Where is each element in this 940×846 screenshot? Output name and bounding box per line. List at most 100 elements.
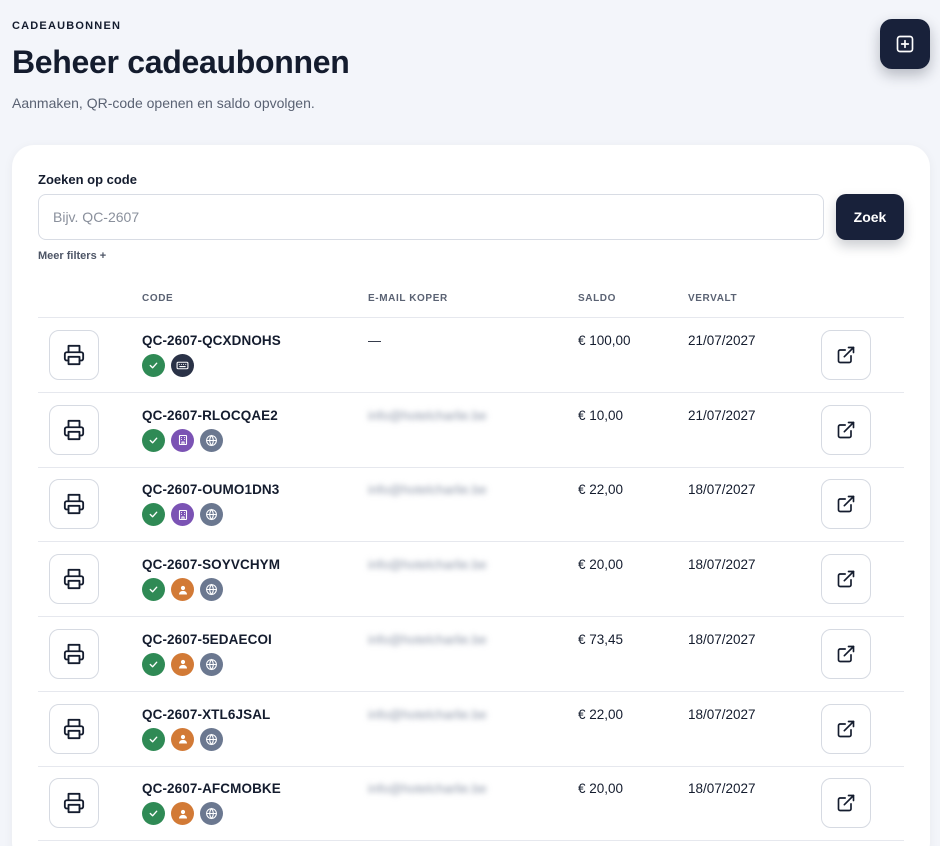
voucher-badges <box>142 578 223 602</box>
table-row: QC-2607-AFCMOBKE info@hotelcharlie.be € 20… <box>38 766 904 842</box>
voucher-expiry: 18/07/2027 <box>688 482 756 498</box>
external-link-icon <box>837 794 855 812</box>
open-voucher-button[interactable] <box>821 628 871 679</box>
status-badge <box>142 503 165 527</box>
globe-icon <box>205 583 218 596</box>
check-icon <box>148 584 159 595</box>
voucher-badges <box>142 727 223 751</box>
voucher-expiry: 18/07/2027 <box>688 781 756 797</box>
buyer-type-badge <box>171 802 194 826</box>
voucher-badges <box>142 652 223 676</box>
buyer-email: info@hotelcharlie.be <box>368 706 487 722</box>
page-subtitle: Aanmaken, QR-code openen en saldo opvolg… <box>12 95 315 111</box>
printer-icon <box>63 494 85 515</box>
check-icon <box>148 808 159 819</box>
voucher-code: QC-2607-XTL6JSAL <box>142 706 271 722</box>
print-button[interactable] <box>49 778 99 829</box>
channel-badge <box>200 652 223 676</box>
open-voucher-button[interactable] <box>821 479 871 530</box>
channel-badge <box>200 727 223 751</box>
search-button[interactable]: Zoek <box>836 194 904 240</box>
table-row: QC-2607-RLOCQAE2 info@hotelcharlie.be € 10… <box>38 393 904 468</box>
voucher-saldo: € 20,00 <box>578 557 624 573</box>
check-icon <box>148 435 159 446</box>
buyer-email: info@hotelcharlie.be <box>368 482 487 498</box>
open-voucher-button[interactable] <box>821 330 871 380</box>
more-filters-link[interactable]: Meer filters + <box>38 250 106 262</box>
print-button[interactable] <box>49 703 99 754</box>
voucher-badges <box>142 354 194 377</box>
channel-badge <box>200 802 223 826</box>
voucher-expiry: 21/07/2027 <box>688 333 756 348</box>
voucher-saldo: € 22,00 <box>578 706 624 722</box>
search-input[interactable] <box>38 194 824 240</box>
status-badge <box>142 727 165 751</box>
search-label: Zoeken op code <box>38 172 137 187</box>
open-voucher-button[interactable] <box>821 703 871 754</box>
table-row: QC-2607-5EDAECOI info@hotelcharlie.be € 73… <box>38 617 904 692</box>
column-header-saldo: SALDO <box>578 293 616 304</box>
print-button[interactable] <box>49 554 99 605</box>
user-icon <box>177 658 189 670</box>
check-icon <box>148 509 159 520</box>
check-icon <box>148 360 159 371</box>
channel-badge <box>200 428 223 452</box>
voucher-code: QC-2607-QCXDNOHS <box>142 333 281 348</box>
buyer-email: info@hotelcharlie.be <box>368 407 487 423</box>
external-link-icon <box>837 421 855 439</box>
buyer-email: info@hotelcharlie.be <box>368 781 487 797</box>
globe-icon <box>205 434 218 447</box>
table-row: QC-2607-SOYVCHYM info@hotelcharlie.be € 20… <box>38 542 904 618</box>
print-button[interactable] <box>49 479 99 530</box>
open-voucher-button[interactable] <box>821 404 871 455</box>
printer-icon <box>63 344 85 366</box>
user-icon <box>177 808 189 820</box>
buyer-type-badge <box>171 652 194 676</box>
voucher-expiry: 21/07/2027 <box>688 407 756 423</box>
table-row: QC-2607-OUMO1DN3 info@hotelcharlie.be € 22… <box>38 467 904 543</box>
buyer-type-badge <box>171 503 194 527</box>
voucher-badges <box>142 503 223 527</box>
voucher-saldo: € 73,45 <box>578 631 624 647</box>
channel-badge <box>200 503 223 527</box>
print-button[interactable] <box>49 404 99 455</box>
check-icon <box>148 734 159 745</box>
external-link-icon <box>837 570 855 588</box>
voucher-expiry: 18/07/2027 <box>688 631 756 647</box>
building-icon <box>177 509 189 521</box>
channel-badge <box>200 578 223 602</box>
buyer-type-badge <box>171 578 194 602</box>
print-button[interactable] <box>49 628 99 679</box>
voucher-expiry: 18/07/2027 <box>688 706 756 722</box>
status-badge <box>142 578 165 602</box>
add-voucher-button[interactable] <box>880 19 930 69</box>
status-badge <box>142 802 165 826</box>
buyer-email: info@hotelcharlie.be <box>368 631 487 647</box>
printer-icon <box>63 569 85 590</box>
voucher-expiry: 18/07/2027 <box>688 557 756 573</box>
column-header-email: E-MAIL KOPER <box>368 293 448 304</box>
table-row: QC-2607-XTL6JSAL info@hotelcharlie.be € 22… <box>38 692 904 767</box>
printer-icon <box>63 643 85 664</box>
printer-icon <box>63 793 85 814</box>
voucher-code: QC-2607-AFCMOBKE <box>142 781 281 797</box>
print-button[interactable] <box>49 330 99 380</box>
voucher-code: QC-2607-RLOCQAE2 <box>142 407 278 423</box>
external-link-icon <box>837 496 855 513</box>
voucher-saldo: € 10,00 <box>578 407 624 423</box>
voucher-saldo: € 100,00 <box>578 333 631 348</box>
building-icon <box>177 434 189 446</box>
open-voucher-button[interactable] <box>821 778 871 829</box>
external-link-icon <box>837 645 855 663</box>
status-badge <box>142 652 165 676</box>
plus-square-icon <box>896 35 914 53</box>
voucher-saldo: € 22,00 <box>578 482 624 498</box>
channel-badge <box>171 354 194 377</box>
external-link-icon <box>837 346 855 364</box>
column-header-code: CODE <box>142 293 174 304</box>
buyer-email: — <box>368 333 381 348</box>
open-voucher-button[interactable] <box>821 554 871 605</box>
column-header-vervalt: VERVALT <box>688 293 738 304</box>
page-title: Beheer cadeaubonnen <box>12 44 350 80</box>
printer-icon <box>63 419 85 440</box>
